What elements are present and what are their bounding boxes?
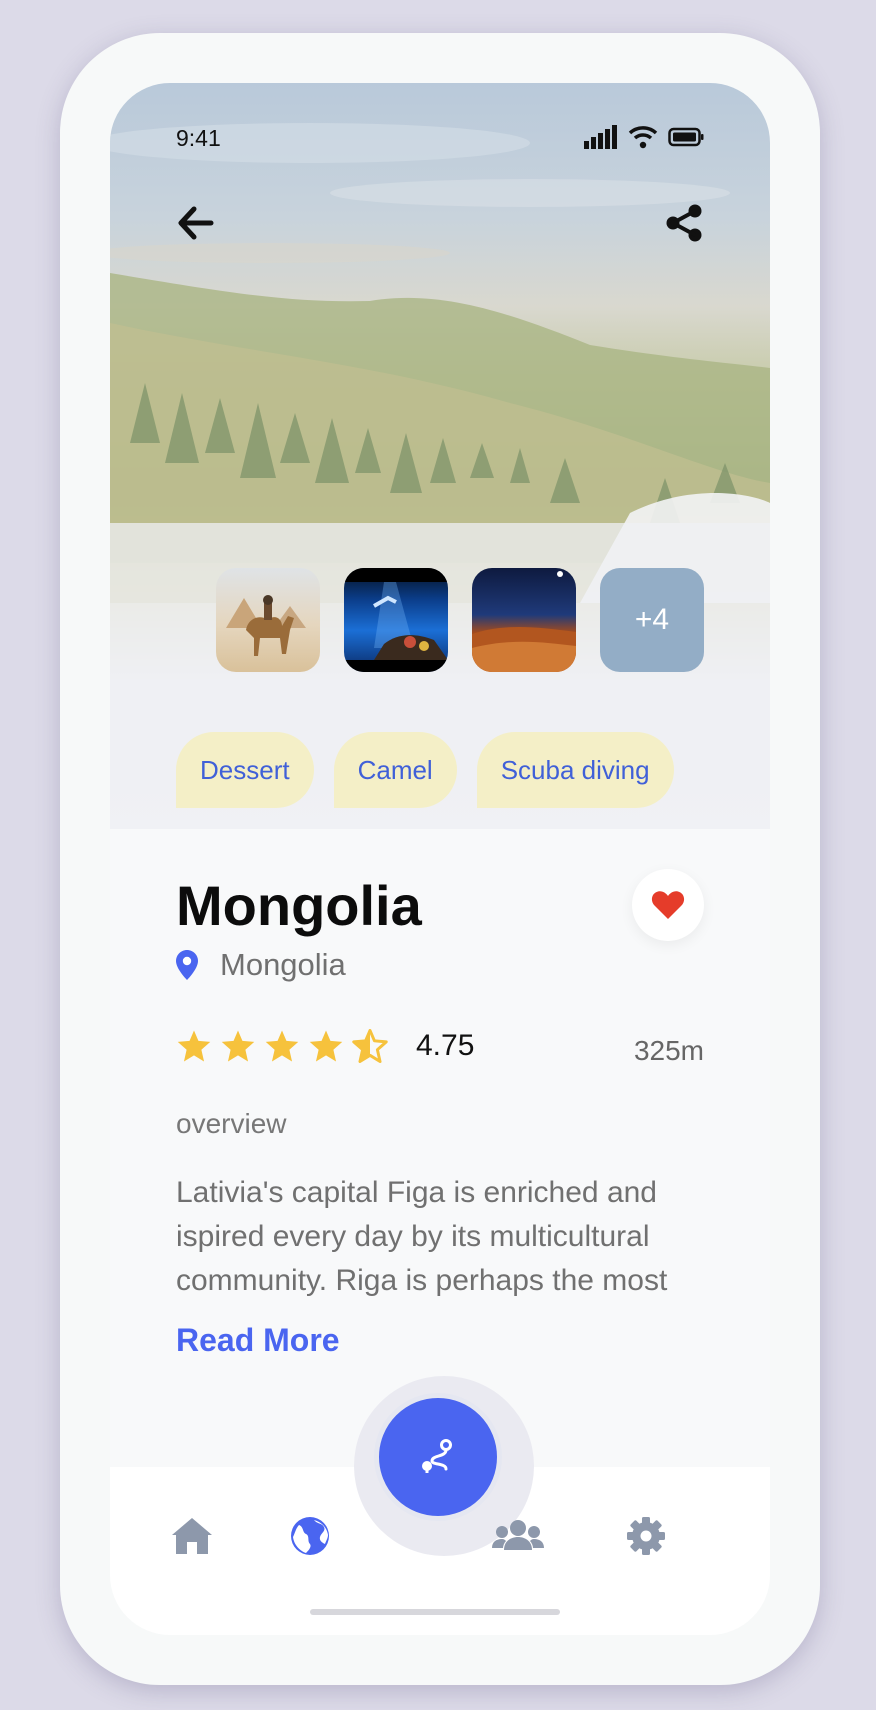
wifi-icon <box>628 126 658 149</box>
rating-value: 4.75 <box>416 1029 475 1062</box>
place-title: Mongolia <box>176 874 422 937</box>
rating: 4.75 <box>176 1029 474 1063</box>
tag-chip[interactable]: Scuba diving <box>476 732 674 808</box>
tag-chip[interactable]: Dessert <box>176 732 314 808</box>
home-indicator <box>310 1609 560 1615</box>
star-icon <box>221 1030 255 1062</box>
hero-image: 9:41 +4 Dessert Camel Scuba diving <box>110 83 770 829</box>
nav-community[interactable] <box>492 1516 544 1560</box>
gallery-thumb-camel[interactable] <box>216 568 320 672</box>
screen: 9:41 +4 Dessert Camel Scuba diving Mongo… <box>110 83 770 1635</box>
status-icons <box>584 125 704 149</box>
users-icon <box>492 1520 544 1550</box>
star-half-icon <box>352 1029 388 1063</box>
favorite-button[interactable] <box>632 869 704 941</box>
home-icon <box>172 1518 212 1554</box>
nav-settings[interactable] <box>626 1516 670 1560</box>
status-bar: 9:41 <box>176 125 704 155</box>
heart-icon <box>651 891 685 919</box>
place-location: Mongolia <box>176 947 346 983</box>
photo-gallery: +4 <box>216 568 704 672</box>
overview-label: overview <box>176 1108 287 1139</box>
distance: 325m <box>633 1035 704 1066</box>
description: Lativia's capital Figa is enriched and i… <box>176 1176 668 1297</box>
tag-chip[interactable]: Camel <box>333 732 457 808</box>
phone-frame: 9:41 +4 Dessert Camel Scuba diving Mongo… <box>60 33 820 1685</box>
route-icon <box>422 1439 452 1473</box>
share-icon <box>666 204 702 242</box>
star-icon <box>309 1030 343 1062</box>
star-icon <box>177 1030 211 1062</box>
place-location-text: Mongolia <box>220 947 346 982</box>
back-button[interactable] <box>176 203 216 243</box>
gallery-more-button[interactable]: +4 <box>600 568 704 672</box>
nav-explore[interactable] <box>290 1516 334 1560</box>
map-pin-icon <box>176 950 198 980</box>
globe-icon <box>291 1517 329 1555</box>
status-time: 9:41 <box>176 125 221 151</box>
share-button[interactable] <box>664 203 704 243</box>
arrow-left-icon <box>178 206 214 240</box>
battery-icon <box>668 127 704 147</box>
star-icon <box>265 1030 299 1062</box>
nav-home[interactable] <box>170 1516 214 1560</box>
gallery-thumb-desert-night[interactable] <box>472 568 576 672</box>
gear-icon <box>627 1517 665 1555</box>
route-button[interactable] <box>374 1393 502 1521</box>
signal-icon <box>584 125 617 149</box>
read-more-link[interactable]: Read More <box>176 1322 340 1359</box>
tag-list: Dessert Camel Scuba diving <box>176 732 674 808</box>
gallery-thumb-diving[interactable] <box>344 568 448 672</box>
